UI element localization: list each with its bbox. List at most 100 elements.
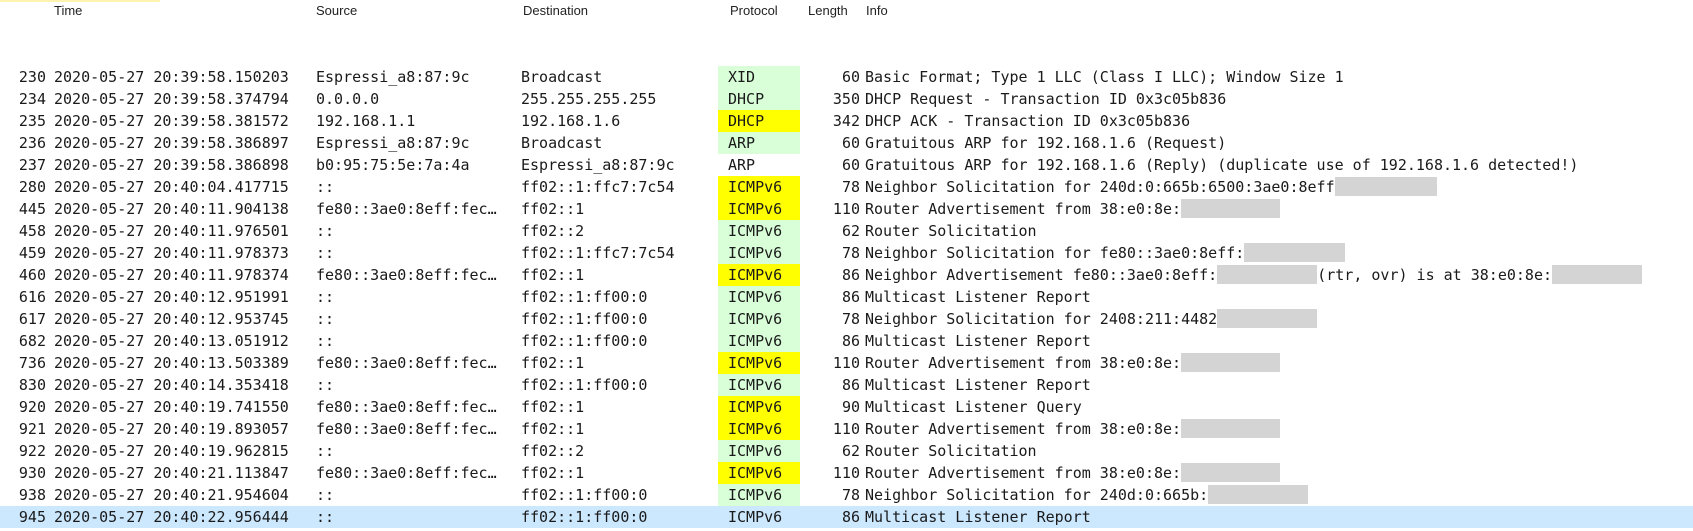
column-header-protocol[interactable]: Protocol xyxy=(730,3,778,18)
table-row-selected[interactable]: 945 2020-05-27 20:40:22.956444:: ff02::1:f… xyxy=(0,506,1693,528)
packet-destination: 192.168.1.6 xyxy=(521,112,621,130)
packet-source: :: xyxy=(316,332,335,350)
table-row[interactable]: 921 2020-05-27 20:40:19.893057 fe80::3ae0:… xyxy=(0,418,1693,440)
table-row[interactable]: 616 2020-05-27 20:40:12.951991:: ff02::1:f… xyxy=(0,286,1693,308)
packet-info-text: Gratuitous ARP for 192.168.1.6 (Request) xyxy=(865,134,1227,152)
redaction-box xyxy=(1217,309,1318,328)
packet-info-text: Router Advertisement from 38:e0:8e: xyxy=(865,354,1182,372)
table-row[interactable]: 922 2020-05-27 20:40:19.962815:: ff02::2 IC… xyxy=(0,440,1693,462)
packet-number: 921 xyxy=(18,420,46,438)
packet-destination: Espressi_a8:87:9c xyxy=(521,156,675,174)
packet-source: :: xyxy=(316,288,335,306)
packet-protocol: ICMPv6 xyxy=(718,484,800,506)
packet-info-text: Neighbor Solicitation for 240d:0:665b: xyxy=(865,486,1209,504)
table-row[interactable]: 445 2020-05-27 20:40:11.904138 fe80::3ae0:… xyxy=(0,198,1693,220)
packet-info: Neighbor Solicitation for 2408:211:4482 xyxy=(865,308,1693,330)
packet-info-text-cont: (rtr, ovr) is at 38:e0:8e: xyxy=(1317,266,1553,284)
packet-protocol: ICMPv6 xyxy=(718,198,800,220)
packet-source: fe80::3ae0:8eff:fec… xyxy=(316,266,497,284)
packet-number: 230 xyxy=(18,68,46,86)
packet-info: Router Advertisement from 38:e0:8e: xyxy=(865,462,1693,484)
packet-info-text: Router Advertisement from 38:e0:8e: xyxy=(865,200,1182,218)
packet-length: 110 xyxy=(832,420,860,438)
table-row[interactable]: 938 2020-05-27 20:40:21.954604:: ff02::1:f… xyxy=(0,484,1693,506)
packet-length: 78 xyxy=(841,244,860,262)
packet-destination: 255.255.255.255 xyxy=(521,90,657,108)
packet-info: Multicast Listener Report xyxy=(865,286,1693,308)
packet-destination: ff02::1:ffc7:7c54 xyxy=(521,178,675,196)
table-row[interactable]: 458 2020-05-27 20:40:11.976501:: ff02::2 IC… xyxy=(0,220,1693,242)
packet-info: Router Advertisement from 38:e0:8e: xyxy=(865,198,1693,220)
table-row[interactable]: 830 2020-05-27 20:40:14.353418:: ff02::1:f… xyxy=(0,374,1693,396)
table-row[interactable]: 682 2020-05-27 20:40:13.051912:: ff02::1:f… xyxy=(0,330,1693,352)
column-header-length[interactable]: Length xyxy=(808,3,848,18)
packet-time: 2020-05-27 20:40:04.417715 xyxy=(54,178,289,196)
column-header-destination[interactable]: Destination xyxy=(523,3,588,18)
packet-number: 830 xyxy=(18,376,46,394)
packet-time: 2020-05-27 20:40:13.051912 xyxy=(54,332,289,350)
packet-number: 458 xyxy=(18,222,46,240)
packet-protocol: ICMPv6 xyxy=(728,508,783,526)
packet-destination: ff02::1:ff00:0 xyxy=(521,376,648,394)
redaction-box xyxy=(1181,463,1281,482)
table-row[interactable]: 236 2020-05-27 20:39:58.386897 Espressi_a8… xyxy=(0,132,1693,154)
packet-time: 2020-05-27 20:39:58.386898 xyxy=(54,156,289,174)
packet-info: Neighbor Solicitation for 240d:0:665b: xyxy=(865,484,1693,506)
packet-info-text: Multicast Listener Report xyxy=(865,288,1091,306)
packet-list: 230 2020-05-27 20:39:58.150203 Espressi_a8… xyxy=(0,66,1693,528)
packet-number: 236 xyxy=(18,134,46,152)
packet-info-text: Router Advertisement from 38:e0:8e: xyxy=(865,464,1182,482)
packet-time: 2020-05-27 20:40:12.953745 xyxy=(54,310,289,328)
packet-info: Multicast Listener Report xyxy=(865,506,1693,528)
table-row[interactable]: 930 2020-05-27 20:40:21.113847 fe80::3ae0:… xyxy=(0,462,1693,484)
packet-length: 86 xyxy=(841,508,860,526)
table-row[interactable]: 230 2020-05-27 20:39:58.150203 Espressi_a8… xyxy=(0,66,1693,88)
packet-list-header: Time Source Destination Protocol Length … xyxy=(0,0,1693,22)
redaction-box xyxy=(1552,265,1643,284)
packet-protocol: ICMPv6 xyxy=(718,440,800,462)
packet-number: 930 xyxy=(18,464,46,482)
packet-source: :: xyxy=(316,486,335,504)
packet-source: Espressi_a8:87:9c xyxy=(316,134,470,152)
packet-info: Router Advertisement from 38:e0:8e: xyxy=(865,418,1693,440)
packet-source: Espressi_a8:87:9c xyxy=(316,68,470,86)
table-row[interactable]: 280 2020-05-27 20:40:04.417715:: ff02::1:f… xyxy=(0,176,1693,198)
column-header-source[interactable]: Source xyxy=(316,3,357,18)
packet-source: :: xyxy=(316,244,335,262)
column-header-info[interactable]: Info xyxy=(866,3,888,18)
packet-info-text: Router Advertisement from 38:e0:8e: xyxy=(865,420,1182,438)
packet-source: :: xyxy=(316,222,335,240)
packet-length: 60 xyxy=(841,68,860,86)
packet-time: 2020-05-27 20:40:14.353418 xyxy=(54,376,289,394)
packet-protocol: ICMPv6 xyxy=(718,264,800,286)
packet-number: 736 xyxy=(18,354,46,372)
packet-info-text: Neighbor Solicitation for 2408:211:4482 xyxy=(865,310,1218,328)
packet-source: fe80::3ae0:8eff:fec… xyxy=(316,354,497,372)
packet-length: 110 xyxy=(832,200,860,218)
packet-number: 280 xyxy=(18,178,46,196)
packet-destination: ff02::2 xyxy=(521,222,585,240)
table-row[interactable]: 235 2020-05-27 20:39:58.381572 192.168.1.1… xyxy=(0,110,1693,132)
packet-protocol: ICMPv6 xyxy=(718,220,800,242)
packet-number: 922 xyxy=(18,442,46,460)
packet-time: 2020-05-27 20:39:58.374794 xyxy=(54,90,289,108)
table-row[interactable]: 459 2020-05-27 20:40:11.978373:: ff02::1:f… xyxy=(0,242,1693,264)
packet-destination: Broadcast xyxy=(521,68,603,86)
packet-number: 945 xyxy=(18,508,46,526)
table-row[interactable]: 237 2020-05-27 20:39:58.386898 b0:95:75:5e… xyxy=(0,154,1693,176)
packet-info: Router Solicitation xyxy=(865,440,1693,462)
table-row[interactable]: 736 2020-05-27 20:40:13.503389 fe80::3ae0:… xyxy=(0,352,1693,374)
packet-length: 342 xyxy=(832,112,860,130)
packet-info-text: Multicast Listener Report xyxy=(865,332,1091,350)
packet-info: Multicast Listener Report xyxy=(865,374,1693,396)
packet-time: 2020-05-27 20:40:19.741550 xyxy=(54,398,289,416)
packet-info: Multicast Listener Query xyxy=(865,396,1693,418)
packet-info: Multicast Listener Report xyxy=(865,330,1693,352)
column-header-time[interactable]: Time xyxy=(54,3,82,18)
packet-length: 60 xyxy=(841,134,860,152)
packet-info-text: Basic Format; Type 1 LLC (Class I LLC); … xyxy=(865,68,1344,86)
table-row[interactable]: 234 2020-05-27 20:39:58.374794 0.0.0.0 255.… xyxy=(0,88,1693,110)
table-row[interactable]: 460 2020-05-27 20:40:11.978374 fe80::3ae0:… xyxy=(0,264,1693,286)
table-row[interactable]: 920 2020-05-27 20:40:19.741550 fe80::3ae0:… xyxy=(0,396,1693,418)
table-row[interactable]: 617 2020-05-27 20:40:12.953745:: ff02::1:f… xyxy=(0,308,1693,330)
